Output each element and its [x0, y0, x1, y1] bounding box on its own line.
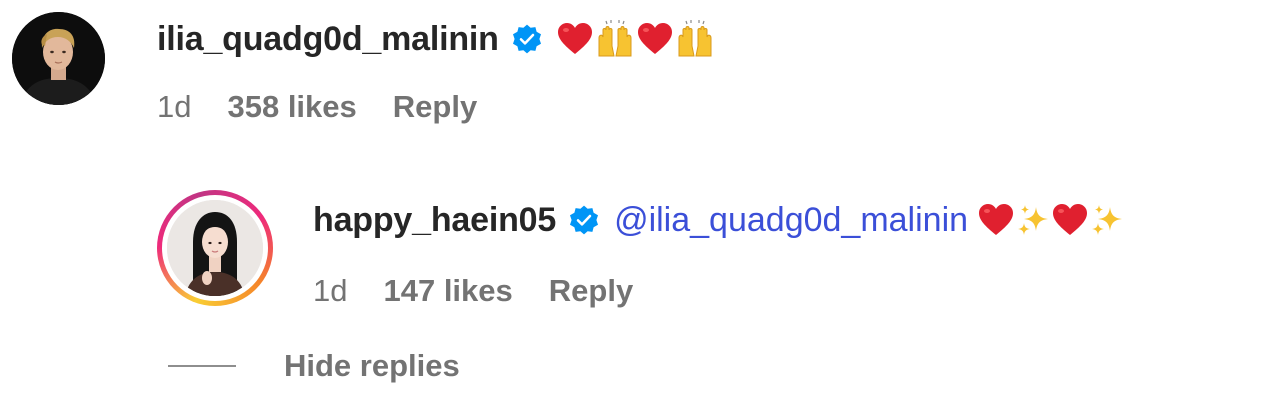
person-avatar-icon	[12, 12, 105, 105]
comment-ilia: ilia_quadg0d_malinin 1d 358 likes Reply	[12, 12, 715, 125]
username[interactable]: happy_haein05	[313, 200, 556, 240]
comment-emojis	[978, 203, 1124, 237]
sparkles-icon	[1018, 205, 1049, 235]
comment-text-line: happy_haein05 @ilia_quadg0d_malinin	[313, 200, 1124, 240]
mention-link[interactable]: @ilia_quadg0d_malinin	[614, 200, 968, 240]
avatar[interactable]	[12, 12, 105, 105]
comment-meta: 1d 358 likes Reply	[157, 89, 715, 125]
comment-meta: 1d 147 likes Reply	[313, 273, 1124, 309]
comment-emojis	[557, 20, 715, 58]
username[interactable]: ilia_quadg0d_malinin	[157, 19, 499, 59]
likes-count[interactable]: 147 likes	[383, 273, 512, 309]
avatar[interactable]	[167, 200, 263, 296]
raising-hands-icon	[678, 20, 712, 57]
hide-replies-button[interactable]: Hide replies	[168, 348, 460, 384]
verified-badge-icon	[511, 23, 543, 55]
person-avatar-icon	[167, 200, 263, 296]
story-ring[interactable]	[157, 190, 273, 306]
sparkles-icon	[1092, 205, 1123, 235]
comment-reply-haein: happy_haein05 @ilia_quadg0d_malinin 1d 1…	[157, 190, 1124, 309]
comment-body: happy_haein05 @ilia_quadg0d_malinin 1d 1…	[313, 200, 1124, 309]
red-heart-icon	[1053, 204, 1088, 235]
reply-button[interactable]: Reply	[549, 273, 633, 309]
red-heart-icon	[637, 23, 672, 54]
comment-text-line: ilia_quadg0d_malinin	[157, 19, 715, 59]
raising-hands-icon	[598, 20, 632, 57]
comment-time: 1d	[157, 89, 192, 124]
comment-body: ilia_quadg0d_malinin 1d 358 likes Reply	[157, 19, 715, 125]
hide-replies-label: Hide replies	[284, 348, 460, 383]
red-heart-icon	[557, 23, 592, 54]
likes-count[interactable]: 358 likes	[227, 89, 356, 125]
red-heart-icon	[979, 204, 1014, 235]
reply-button[interactable]: Reply	[393, 89, 477, 125]
comment-time: 1d	[313, 273, 348, 308]
verified-badge-icon	[568, 204, 600, 236]
divider-line	[168, 365, 236, 367]
